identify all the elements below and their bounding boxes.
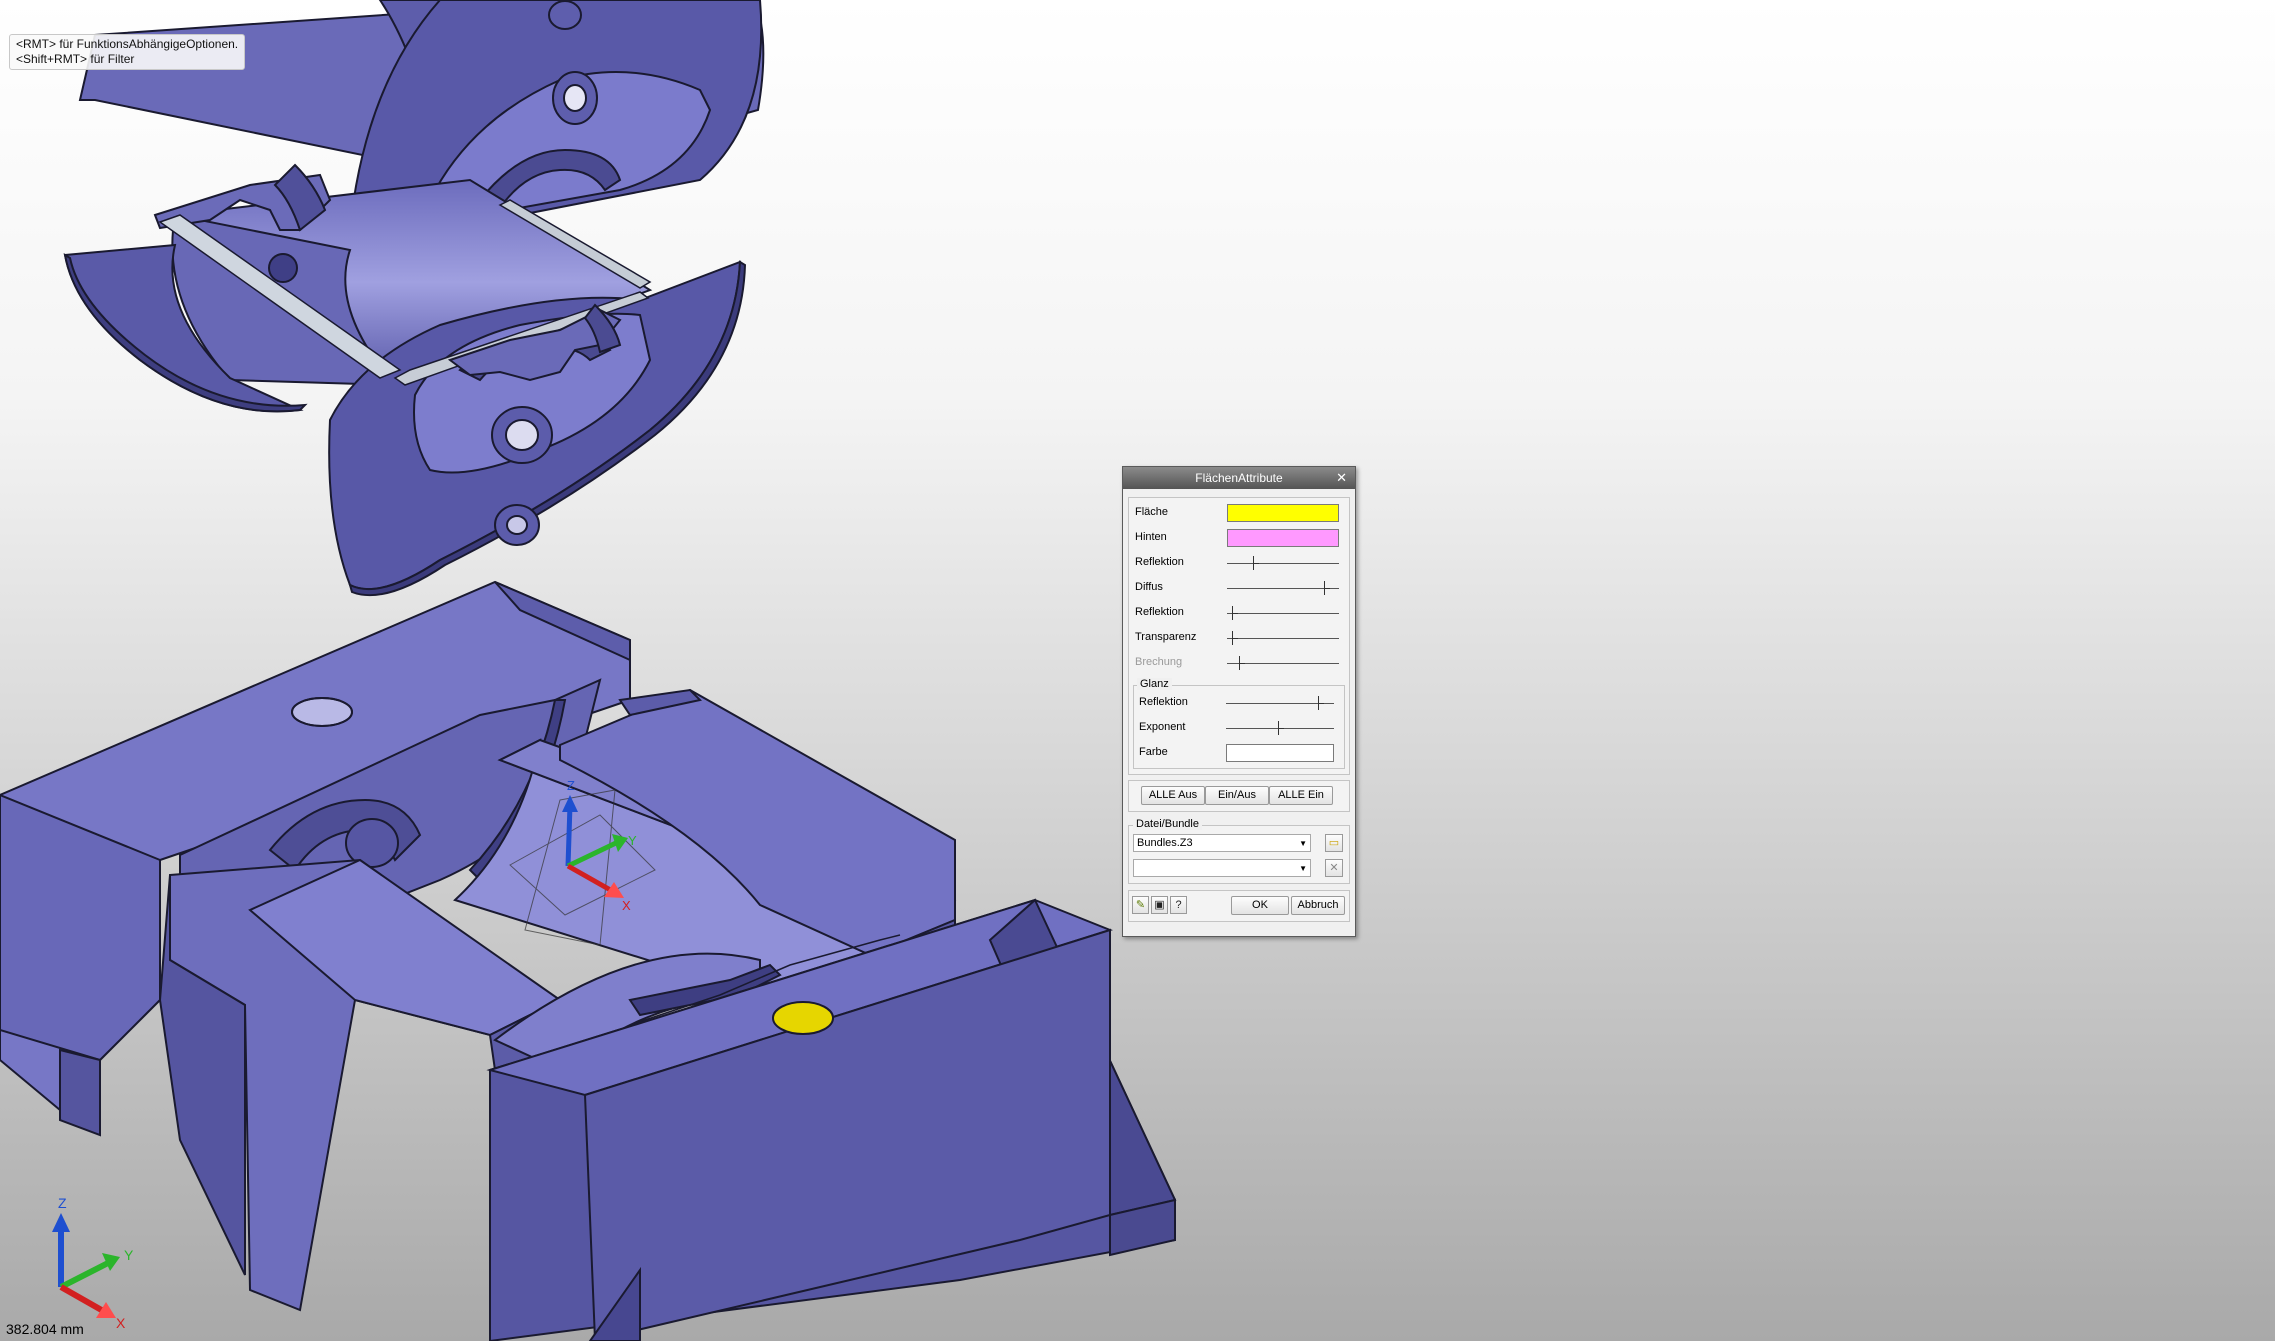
hint-line-shift-rmt: <Shift+RMT> für Filter	[16, 52, 135, 66]
dialog-footer: ✎ ▣ ? OK Abbruch	[1128, 890, 1350, 922]
label-reflektion: Reflektion	[1135, 556, 1184, 568]
save-icon[interactable]: ▣	[1151, 896, 1168, 914]
bundle-select[interactable]: Bundles.Z3 ▼	[1133, 834, 1311, 852]
datei-bundle-group: Bundles.Z3 ▼ ▭ ▼ ✕	[1128, 825, 1350, 884]
dialog-titlebar[interactable]: FlächenAttribute ✕	[1123, 467, 1355, 489]
close-icon[interactable]: ✕	[1336, 467, 1347, 489]
brechung-slider	[1227, 656, 1339, 670]
hinten-color-swatch[interactable]	[1227, 529, 1339, 547]
help-icon[interactable]: ?	[1170, 896, 1187, 914]
reflektion-2-slider[interactable]	[1227, 606, 1339, 620]
hint-line-rmt: <RMT> für FunktionsAbhängigeOptionen.	[16, 37, 239, 51]
label-glanz-exponent: Exponent	[1139, 721, 1186, 733]
folder-open-icon[interactable]: ▭	[1325, 834, 1343, 852]
secondary-select[interactable]: ▼	[1133, 859, 1311, 877]
glanz-farbe-swatch[interactable]	[1226, 744, 1334, 762]
label-glanz-reflektion: Reflektion	[1139, 696, 1188, 708]
dialog-title: FlächenAttribute	[1195, 471, 1283, 485]
alle-aus-button[interactable]: ALLE Aus	[1141, 786, 1205, 805]
abbruch-button[interactable]: Abbruch	[1291, 896, 1345, 915]
context-hint-tooltip: <RMT> für FunktionsAbhängigeOptionen. <S…	[9, 34, 246, 70]
label-diffus: Diffus	[1135, 581, 1163, 593]
scale-readout: 382.804 mm	[6, 1321, 84, 1337]
local-axis-x: X	[622, 898, 631, 913]
label-flaeche: Fläche	[1135, 506, 1169, 518]
lower-base-part[interactable]	[0, 580, 1177, 1341]
reflektion-slider[interactable]	[1227, 556, 1339, 570]
glanz-group: Reflektion Exponent Farbe	[1133, 685, 1345, 769]
bundle-select-value: Bundles.Z3	[1137, 837, 1193, 849]
glanz-reflektion-slider[interactable]	[1226, 696, 1334, 710]
label-reflektion-2: Reflektion	[1135, 606, 1184, 618]
global-axis-y: Y	[124, 1247, 134, 1263]
properties-group: Fläche Hinten Reflektion Diffus Reflekti…	[1128, 497, 1350, 775]
glanz-exponent-slider[interactable]	[1226, 721, 1334, 735]
local-axis-z: Z	[567, 778, 575, 793]
upper-clamp-part[interactable]	[63, 0, 765, 597]
edit-pencil-icon[interactable]: ✎	[1132, 896, 1149, 914]
label-brechung: Brechung	[1135, 656, 1183, 668]
glanz-legend: Glanz	[1137, 678, 1172, 690]
global-axis-triad: Z Y X	[52, 1195, 134, 1331]
chevron-down-icon: ▼	[1299, 864, 1307, 873]
transparenz-slider[interactable]	[1227, 631, 1339, 645]
toggle-buttons-group: ALLE Aus Ein/Aus ALLE Ein	[1128, 780, 1350, 812]
local-axis-y: Y	[628, 833, 637, 848]
datei-bundle-legend: Datei/Bundle	[1133, 818, 1202, 830]
ein-aus-button[interactable]: Ein/Aus	[1205, 786, 1269, 805]
delete-x-icon[interactable]: ✕	[1325, 859, 1343, 877]
diffus-slider[interactable]	[1227, 581, 1339, 595]
alle-ein-button[interactable]: ALLE Ein	[1269, 786, 1333, 805]
label-glanz-farbe: Farbe	[1139, 746, 1168, 758]
label-hinten: Hinten	[1135, 531, 1167, 543]
global-axis-z: Z	[58, 1195, 67, 1211]
global-axis-x: X	[116, 1315, 126, 1331]
label-transparenz: Transparenz	[1135, 631, 1197, 643]
flaechen-attribute-dialog[interactable]: FlächenAttribute ✕ Fläche Hinten Reflekt…	[1122, 466, 1356, 937]
flaeche-color-swatch[interactable]	[1227, 504, 1339, 522]
chevron-down-icon: ▼	[1299, 839, 1307, 848]
ok-button[interactable]: OK	[1231, 896, 1289, 915]
